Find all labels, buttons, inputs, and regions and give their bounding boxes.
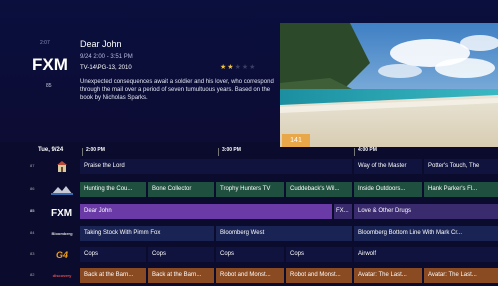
time-divider <box>354 148 355 156</box>
time-slot-label: 2:00 PM <box>86 147 105 153</box>
program-cell[interactable]: Robot and Monst... <box>216 268 284 283</box>
program-cell[interactable]: Cops <box>80 247 146 262</box>
preview-channel-badge: 141 <box>282 134 310 147</box>
program-cell[interactable]: Taking Stock With Pimm Fox <box>80 226 214 241</box>
fxm-logo: FXM <box>32 55 68 73</box>
program-cell[interactable]: Bone Collector <box>148 182 214 197</box>
channel-number: 82 <box>30 272 35 277</box>
channel-row: 84 Bloomberg Taking Stock With Pimm Fox … <box>0 225 498 242</box>
channel-row: 87 Praise the Lord Way of the Master Pot… <box>0 158 498 175</box>
program-cell[interactable]: Bloomberg Bottom Line With Mark Cr... <box>354 226 498 241</box>
tv-guide-screen: 2:07 FXM 85 Dear John 9/24 2:00 - 3:51 P… <box>0 0 498 286</box>
program-cell[interactable]: Avatar: The Last... <box>424 268 498 283</box>
program-airtime: 9/24 2:00 - 3:51 PM <box>80 54 133 60</box>
program-cell[interactable]: FX... <box>334 204 352 219</box>
channel-row: 83 G4 Cops Cops Cops Cops Airwolf <box>0 246 498 263</box>
program-cell[interactable]: Cops <box>216 247 284 262</box>
channel-number: 87 <box>30 163 35 168</box>
channel-row: 86 Hunting the Cou... Bone Collector Tro… <box>0 181 498 198</box>
channel-row-selected: 85 FXM Dear John FX... Love & Other Drug… <box>0 203 498 220</box>
time-slot-label: 4:00 PM <box>358 147 377 153</box>
g4-logo-text: G4 <box>55 249 68 260</box>
program-cell[interactable]: Cops <box>286 247 352 262</box>
bloomberg-logo: Bloomberg <box>46 228 78 239</box>
program-cell[interactable]: Trophy Hunters TV <box>216 182 284 197</box>
program-info-panel: 2:07 FXM 85 Dear John 9/24 2:00 - 3:51 P… <box>0 0 498 147</box>
star-icon-empty: ★ <box>234 64 242 71</box>
fxm-logo: FXM <box>46 206 78 217</box>
program-cell[interactable]: Hunting the Cou... <box>80 182 146 197</box>
clock-time: 2:07 <box>40 40 50 46</box>
program-title: Dear John <box>80 39 122 49</box>
program-cell[interactable]: Airwolf <box>354 247 498 262</box>
program-cell-selected[interactable]: Dear John <box>80 204 332 219</box>
beach-preview-image <box>280 23 498 147</box>
channel-number: 83 <box>30 251 35 256</box>
channel-number: 86 <box>30 186 35 191</box>
program-cell[interactable]: Cops <box>148 247 214 262</box>
program-cell[interactable]: Bloomberg West <box>216 226 352 241</box>
bloomberg-logo-text: Bloomberg <box>51 231 73 236</box>
program-cell[interactable]: Back at the Barn... <box>148 268 214 283</box>
outdoor-channel-logo <box>46 184 78 195</box>
program-cell[interactable]: Love & Other Drugs <box>354 204 498 219</box>
program-description: Unexpected consequences await a soldier … <box>80 79 274 101</box>
time-slot-label: 3:00 PM <box>222 147 241 153</box>
program-cell[interactable]: Cuddeback's Wil... <box>286 182 352 197</box>
discovery-logo-text: discovery <box>52 273 72 278</box>
program-rating-year: TV-14\PG-13, 2010 <box>80 65 132 71</box>
fxm-logo-text: FXM <box>32 55 68 73</box>
program-cell[interactable]: Back at the Barn... <box>80 268 146 283</box>
g4-logo: G4 <box>46 249 78 260</box>
program-cell[interactable]: Potter's Touch, The <box>424 159 498 174</box>
star-icon-filled: ★ <box>227 64 235 71</box>
discovery-family-logo: discovery <box>46 270 78 281</box>
star-rating: ★★★★★ <box>220 63 256 71</box>
time-divider <box>82 148 83 156</box>
channel-row: 82 discovery Back at the Barn... Back at… <box>0 267 498 284</box>
guide-date: Tue, 9/24 <box>38 147 64 153</box>
program-cell[interactable]: Praise the Lord <box>80 159 352 174</box>
program-cell[interactable]: Avatar: The Last... <box>354 268 422 283</box>
channel-number: 84 <box>30 230 35 235</box>
program-cell[interactable]: Robot and Monst... <box>286 268 352 283</box>
selected-channel-number: 85 <box>46 83 52 89</box>
guide-time-header: Tue, 9/24 2:00 PM 3:00 PM 4:00 PM <box>0 147 498 157</box>
program-cell[interactable]: Inside Outdoors... <box>354 182 422 197</box>
program-cell[interactable]: Hank Parker's Fl... <box>424 182 498 197</box>
time-divider <box>218 148 219 156</box>
church-icon <box>46 161 78 172</box>
program-cell[interactable]: Way of the Master <box>354 159 422 174</box>
live-preview-window[interactable] <box>280 23 498 147</box>
fxm-logo-small-text: FXM <box>51 208 72 217</box>
star-icon-empty: ★ <box>249 64 257 71</box>
channel-number: 85 <box>30 208 35 213</box>
